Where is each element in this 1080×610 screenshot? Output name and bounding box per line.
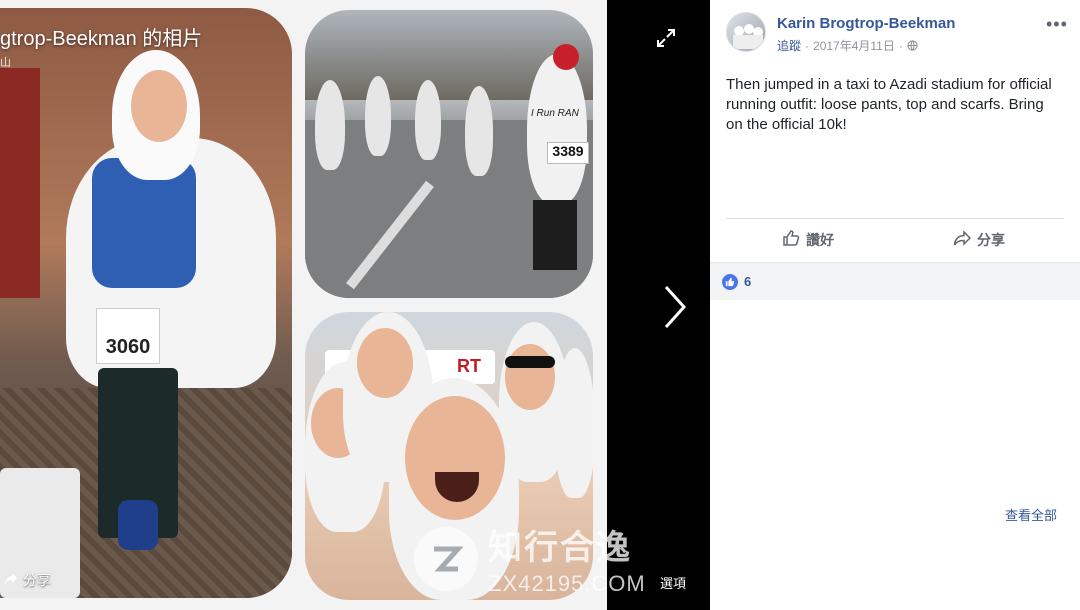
reactions-bar[interactable]: 6 [710, 262, 1080, 300]
watermark-text: 知行合逸 ZX42195.COM [488, 520, 646, 597]
photo-runner-face [131, 70, 187, 142]
photo-bib-number: 3060 [96, 308, 160, 364]
watermark-brand: 知行合逸 [488, 529, 632, 567]
watermark-url: ZX42195.COM [488, 571, 646, 596]
photo-red-cap [553, 44, 579, 70]
meta-dot: · [805, 38, 810, 53]
divider [726, 218, 1064, 219]
photo-sunglasses [505, 356, 555, 368]
photo-runner-foreground [527, 54, 587, 204]
avatar[interactable] [726, 12, 766, 52]
watermark-logo-icon [414, 526, 478, 591]
like-button[interactable]: 讚好 [782, 229, 834, 250]
share-arrow-icon [953, 229, 972, 250]
photo-bib-number: 3389 [547, 142, 589, 164]
comment-area [710, 300, 1080, 610]
viewer-subtitle: 山 [0, 57, 11, 69]
photo-shirt-text: I Run RAN [531, 108, 579, 119]
next-arrow-icon[interactable] [660, 283, 690, 331]
viewer-share-label: 分享 [23, 572, 51, 588]
author-name[interactable]: Karin Brogtrop-Beekman [777, 15, 955, 32]
photo-runner-small [365, 76, 391, 156]
photo-runner-small [315, 80, 345, 170]
watermark: 知行合逸 ZX42195.COM [414, 520, 646, 597]
post-meta: 追蹤 · 2017年4月11日 · [777, 37, 918, 54]
reaction-count: 6 [744, 274, 752, 289]
share-icon [4, 572, 18, 589]
photo-runner-shoe [118, 500, 158, 550]
like-icon [782, 229, 800, 250]
share-label: 分享 [977, 231, 1005, 248]
post-text: Then jumped in a taxi to Azadi stadium f… [726, 76, 1052, 133]
globe-icon [907, 40, 918, 51]
viewer-share-button[interactable]: 分享 [4, 570, 51, 590]
like-badge-icon [722, 273, 738, 290]
photo-runner-small [415, 80, 441, 160]
photo-race-street[interactable]: I Run RAN 3389 [305, 10, 593, 298]
photo-collage[interactable]: 3060 I Run RAN 3389 RT [0, 0, 607, 610]
view-all-link[interactable]: 查看全部 [1005, 505, 1057, 524]
post-panel: Karin Brogtrop-Beekman 追蹤 · 2017年4月11日 ·… [710, 0, 1080, 610]
photo-runner-in-hotel[interactable]: 3060 [0, 8, 292, 598]
more-icon[interactable]: ••• [1046, 14, 1068, 35]
photo-woman-far-right [555, 348, 593, 498]
photo-face [357, 328, 413, 398]
viewer-title: gtrop-Beekman 的相片 [0, 28, 203, 50]
share-button[interactable]: 分享 [953, 229, 1005, 250]
like-label: 讚好 [806, 231, 834, 248]
photo-door [0, 68, 40, 298]
post-date[interactable]: 2017年4月11日 [813, 37, 895, 54]
photo-face [505, 344, 555, 410]
viewer-options-button[interactable]: 選項 [660, 573, 686, 592]
photo-viewer: 3060 I Run RAN 3389 RT gtrop-Beekman 的相片… [0, 0, 710, 610]
photo-runner-legs [533, 200, 577, 270]
photo-runner-small [465, 86, 493, 176]
meta-dot: · [898, 38, 903, 53]
expand-icon[interactable] [654, 26, 678, 50]
follow-button[interactable]: 追蹤 [777, 37, 801, 54]
